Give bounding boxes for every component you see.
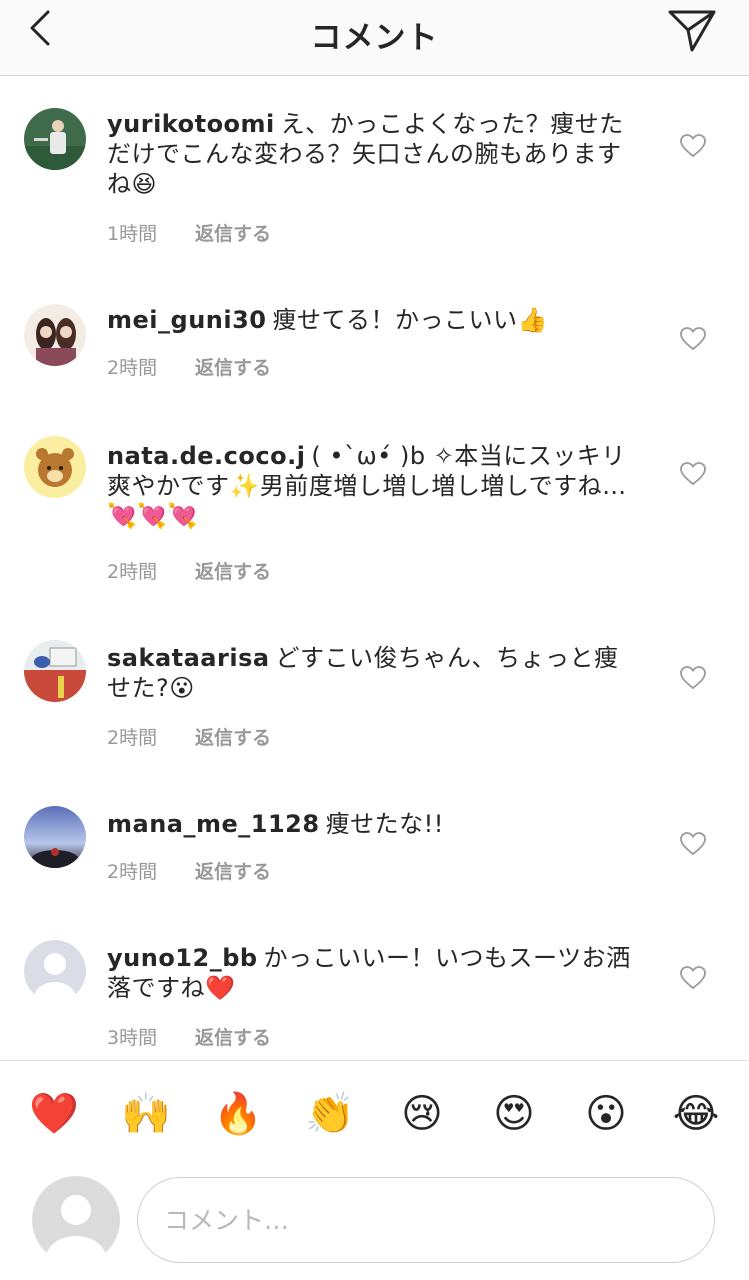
reply-button[interactable]: 返信する: [195, 861, 271, 883]
comment-username[interactable]: nata.de.coco.j: [107, 442, 305, 470]
comment-text: 痩せてる！かっこいい👍: [272, 306, 548, 334]
comment-username[interactable]: sakataarisa: [107, 644, 270, 672]
reply-button[interactable]: 返信する: [195, 223, 271, 245]
comment-username[interactable]: yurikotoomi: [107, 110, 275, 138]
avatar[interactable]: [24, 436, 86, 498]
avatar[interactable]: [24, 806, 86, 868]
emoji-raised-hands-button[interactable]: 🙌: [120, 1082, 172, 1146]
page-title: コメント: [310, 20, 439, 56]
emoji-fire-button[interactable]: 🔥: [212, 1082, 264, 1146]
emoji-heart-button[interactable]: ❤️: [28, 1082, 80, 1146]
heart-icon[interactable]: [680, 134, 706, 158]
reply-button[interactable]: 返信する: [195, 357, 271, 379]
reply-button[interactable]: 返信する: [195, 727, 271, 749]
header-bar: コメント: [0, 0, 749, 76]
emoji-surprised-button[interactable]: 😮: [580, 1082, 632, 1146]
comment-username[interactable]: mana_me_1128: [107, 810, 320, 838]
avatar[interactable]: [24, 640, 86, 702]
comment-time: 3時間: [107, 1027, 158, 1049]
comment-input[interactable]: [137, 1177, 715, 1263]
heart-icon[interactable]: [680, 832, 706, 856]
emoji-laughing-button[interactable]: 😂: [670, 1082, 722, 1146]
heart-icon[interactable]: [680, 666, 706, 690]
heart-icon[interactable]: [680, 462, 706, 486]
divider: [0, 1060, 749, 1061]
default-avatar-icon: [32, 1176, 120, 1264]
avatar[interactable]: [24, 940, 86, 1002]
my-avatar: [32, 1176, 120, 1264]
emoji-crying-button[interactable]: 😢: [396, 1082, 448, 1146]
comment-time: 1時間: [107, 223, 158, 245]
quick-emoji-bar: ❤️ 🙌 🔥 👏 😢 😍 😮 😂: [0, 1082, 749, 1146]
share-button[interactable]: [664, 6, 720, 56]
comment-username[interactable]: mei_guni30: [107, 306, 267, 334]
comment-time: 2時間: [107, 561, 158, 583]
reply-button[interactable]: 返信する: [195, 1027, 271, 1049]
avatar[interactable]: [24, 108, 86, 170]
comment-time: 2時間: [107, 727, 158, 749]
emoji-clap-button[interactable]: 👏: [304, 1082, 356, 1146]
comment-time: 2時間: [107, 861, 158, 883]
comment-time: 2時間: [107, 357, 158, 379]
send-icon: [668, 10, 716, 52]
emoji-heart-eyes-button[interactable]: 😍: [488, 1082, 540, 1146]
heart-icon[interactable]: [680, 966, 706, 990]
comment-username[interactable]: yuno12_bb: [107, 944, 258, 972]
comment-text: 痩せたな!!: [325, 810, 444, 838]
heart-icon[interactable]: [680, 327, 706, 351]
reply-button[interactable]: 返信する: [195, 561, 271, 583]
avatar[interactable]: [24, 304, 86, 366]
